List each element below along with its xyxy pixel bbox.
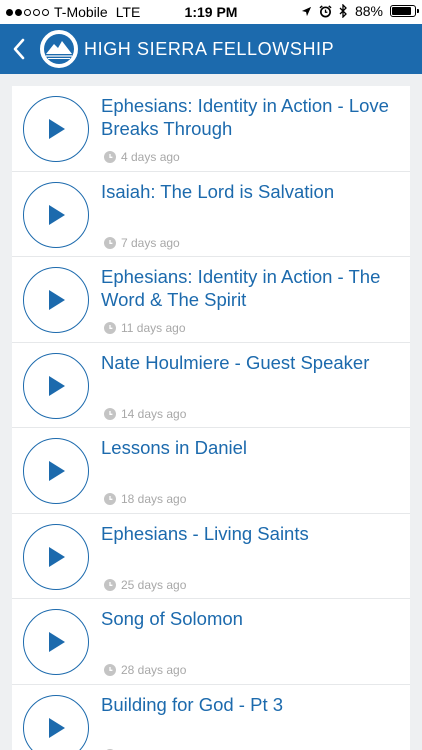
sermon-item[interactable]: Lessons in Daniel 18 days ago: [12, 428, 410, 514]
sermon-age: 4 days ago: [121, 150, 180, 164]
clock-icon: [104, 407, 116, 420]
sermon-item[interactable]: Ephesians: Identity in Action - Love Bre…: [12, 86, 410, 172]
sermon-title[interactable]: Nate Houlmiere - Guest Speaker: [101, 351, 404, 374]
sermon-title[interactable]: Building for God - Pt 3: [101, 693, 404, 716]
sermon-age: 25 days ago: [121, 577, 187, 592]
sermon-item[interactable]: Nate Houlmiere - Guest Speaker 14 days a…: [12, 343, 410, 428]
play-button[interactable]: [23, 267, 89, 333]
play-button[interactable]: [23, 523, 89, 590]
clock-icon: [104, 664, 116, 676]
bluetooth-icon: [339, 4, 347, 18]
sermon-meta: 28 days ago: [104, 663, 186, 677]
battery-fill: [392, 7, 412, 15]
status-right: 88%: [301, 3, 419, 19]
sermon-age: 28 days ago: [121, 663, 187, 677]
sermon-title[interactable]: Isaiah: The Lord is Salvation: [101, 180, 404, 203]
play-icon: [49, 290, 65, 310]
play-icon: [49, 546, 65, 567]
app-title: HIGH SIERRA FELLOWSHIP: [84, 38, 335, 59]
sermon-list: Ephesians: Identity in Action - Love Bre…: [12, 86, 410, 750]
play-icon: [49, 632, 65, 652]
sermon-meta: 4 days ago: [104, 150, 180, 164]
sermon-item[interactable]: Building for God - Pt 3: [12, 685, 410, 750]
sermon-title[interactable]: Song of Solomon: [101, 607, 404, 630]
play-icon: [49, 204, 65, 225]
play-button[interactable]: [23, 96, 89, 162]
play-icon: [49, 375, 65, 396]
sermon-meta: 14 days ago: [104, 407, 186, 421]
play-icon: [49, 119, 65, 139]
sermon-title[interactable]: Ephesians: Identity in Action - The Word…: [101, 265, 404, 311]
sermon-meta: 11 days ago: [104, 321, 186, 335]
clock-icon: [104, 236, 116, 249]
sermon-age: 7 days ago: [121, 235, 180, 250]
status-bar: T-Mobile LTE 1:19 PM 88%: [0, 0, 422, 24]
play-button[interactable]: [23, 438, 89, 504]
clock-icon: [104, 322, 116, 334]
sermon-item[interactable]: Song of Solomon 28 days ago: [12, 599, 410, 685]
sermon-age: 11 days ago: [121, 321, 186, 335]
sermon-meta: 7 days ago: [104, 236, 180, 250]
sermon-age: 14 days ago: [121, 406, 187, 421]
clock-icon: [104, 578, 116, 591]
alarm-clock-icon: [319, 4, 332, 17]
mountain-logo-icon: [44, 34, 74, 64]
back-button[interactable]: [2, 24, 36, 74]
play-button[interactable]: [23, 352, 89, 419]
play-button[interactable]: [23, 181, 89, 248]
sermon-item[interactable]: Ephesians: Identity in Action - The Word…: [12, 257, 410, 343]
play-button[interactable]: [23, 609, 89, 675]
sermon-item[interactable]: Isaiah: The Lord is Salvation 7 days ago: [12, 172, 410, 257]
location-arrow-icon: [301, 6, 312, 16]
sermon-meta: 18 days ago: [104, 492, 186, 506]
clock-icon: [104, 151, 116, 163]
church-logo: [40, 30, 78, 68]
app-header: HIGH SIERRA FELLOWSHIP: [0, 24, 422, 74]
play-icon: [49, 717, 65, 738]
clock-icon: [104, 493, 116, 505]
sermon-title[interactable]: Ephesians: Identity in Action - Love Bre…: [101, 94, 404, 140]
sermon-age: 18 days ago: [121, 492, 187, 506]
sermon-title[interactable]: Ephesians - Living Saints: [101, 522, 404, 545]
play-icon: [49, 461, 65, 481]
sermon-title[interactable]: Lessons in Daniel: [101, 436, 404, 459]
battery-icon: [390, 5, 419, 17]
chevron-left-icon: [13, 38, 25, 60]
sermon-meta: 25 days ago: [104, 578, 186, 592]
play-button[interactable]: [23, 694, 89, 750]
battery-percent: 88%: [354, 3, 383, 19]
sermon-item[interactable]: Ephesians - Living Saints 25 days ago: [12, 514, 410, 599]
